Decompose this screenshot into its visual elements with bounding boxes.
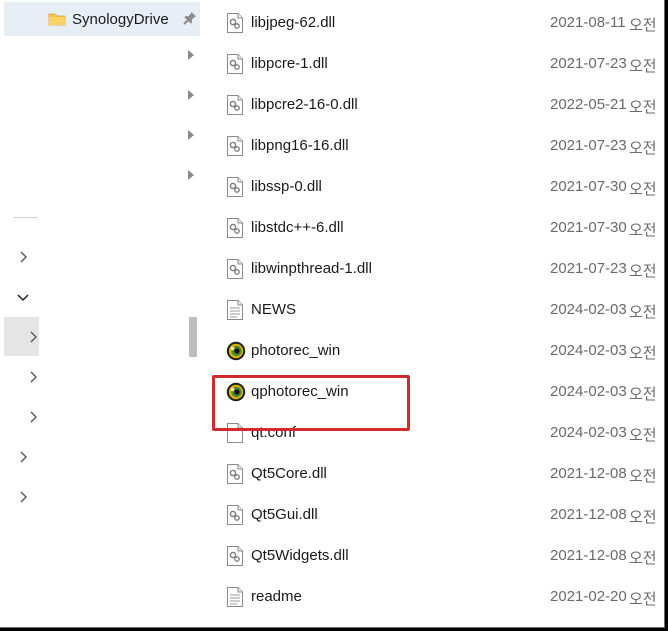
file-row[interactable]: libssp-0.dll 2021-07-30 오전	[200, 166, 664, 207]
chevron-right-icon[interactable]	[26, 410, 40, 424]
file-date-modified: 2024-02-03	[550, 301, 627, 318]
file-time-modified: 오전	[629, 181, 657, 198]
chevron-right-icon[interactable]	[26, 370, 40, 384]
file-date-modified: 2021-07-30	[550, 219, 627, 236]
expand-caret-icon[interactable]	[188, 90, 194, 100]
expand-caret-icon[interactable]	[188, 130, 194, 140]
file-date-modified: 2022-05-21	[550, 96, 627, 113]
file-name: Qt5Gui.dll	[251, 506, 318, 523]
file-time-modified: 오전	[629, 345, 657, 362]
file-row[interactable]: Qt5Widgets.dll 2021-12-08 오전	[200, 535, 664, 576]
file-date-modified: 2021-07-30	[550, 178, 627, 195]
dll-file-icon	[226, 464, 244, 484]
dll-file-icon	[226, 136, 244, 156]
file-name: libjpeg-62.dll	[251, 14, 336, 31]
nav-scrollbar-thumb[interactable]	[189, 317, 197, 357]
file-date-modified: 2024-02-03	[550, 383, 627, 400]
file-date-modified: 2021-12-08	[550, 547, 627, 564]
file-row[interactable]: Qt5Gui.dll 2021-12-08 오전	[200, 494, 664, 535]
file-row[interactable]: libstdc++-6.dll 2021-07-30 오전	[200, 207, 664, 248]
file-name: libwinpthread-1.dll	[251, 260, 372, 277]
file-name: readme	[251, 588, 302, 605]
chevron-down-icon[interactable]	[16, 290, 30, 304]
navigation-pane: SynologyDrive	[0, 0, 200, 627]
file-time-modified: 오전	[629, 386, 657, 403]
file-name: libpng16-16.dll	[251, 137, 349, 154]
file-time-modified: 오전	[629, 99, 657, 116]
quick-access-label: SynologyDrive	[72, 11, 169, 28]
nav-separator	[14, 217, 38, 218]
file-date-modified: 2021-07-23	[550, 260, 627, 277]
file-name: libpcre2-16-0.dll	[251, 96, 358, 113]
file-date-modified: 2021-08-11	[550, 14, 626, 31]
file-name: Qt5Widgets.dll	[251, 547, 349, 564]
file-time-modified: 오전	[629, 304, 657, 321]
file-row[interactable]: libwinpthread-1.dll 2021-07-23 오전	[200, 248, 664, 289]
pin-icon[interactable]	[183, 11, 197, 25]
file-time-modified: 오전	[629, 468, 657, 485]
file-time-modified: 오전	[629, 17, 657, 34]
file-date-modified: 2021-07-23	[550, 137, 627, 154]
dll-file-icon	[226, 505, 244, 525]
chevron-right-icon[interactable]	[16, 490, 30, 504]
text-file-icon	[226, 300, 244, 320]
file-time-modified: 오전	[629, 263, 657, 280]
expand-caret-icon[interactable]	[188, 50, 194, 60]
file-time-modified: 오전	[629, 222, 657, 239]
file-row[interactable]: libjpeg-62.dll 2021-08-11 오전	[200, 2, 664, 43]
file-row[interactable]: readme 2021-02-20 오전	[200, 576, 664, 617]
dll-file-icon	[226, 218, 244, 238]
file-name: photorec_win	[251, 342, 341, 359]
file-row[interactable]: Qt5Core.dll 2021-12-08 오전	[200, 453, 664, 494]
file-row[interactable]: libpcre2-16-0.dll 2022-05-21 오전	[200, 84, 664, 125]
file-date-modified: 2024-02-03	[550, 424, 627, 441]
file-row[interactable]: NEWS 2024-02-03 오전	[200, 289, 664, 330]
chevron-right-icon[interactable]	[26, 330, 40, 344]
file-row[interactable]: libpng16-16.dll 2021-07-23 오전	[200, 125, 664, 166]
file-name: libpcre-1.dll	[251, 55, 328, 72]
dll-file-icon	[226, 95, 244, 115]
file-row[interactable]: libpcre-1.dll 2021-07-23 오전	[200, 43, 664, 84]
file-time-modified: 오전	[629, 509, 657, 526]
dll-file-icon	[226, 259, 244, 279]
file-date-modified: 2021-07-23	[550, 55, 627, 72]
file-time-modified: 오전	[629, 427, 657, 444]
highlight-box	[212, 375, 410, 431]
file-name: libstdc++-6.dll	[251, 219, 344, 236]
file-time-modified: 오전	[629, 140, 657, 157]
dll-file-icon	[226, 546, 244, 566]
file-name: libssp-0.dll	[251, 178, 322, 195]
expand-caret-icon[interactable]	[188, 170, 194, 180]
file-date-modified: 2021-12-08	[550, 506, 627, 523]
file-time-modified: 오전	[629, 591, 657, 608]
folder-icon	[48, 13, 66, 26]
dll-file-icon	[226, 54, 244, 74]
file-date-modified: 2021-12-08	[550, 465, 627, 482]
file-list: libjpeg-62.dll 2021-08-11 오전 libpcre-1.d…	[200, 0, 664, 627]
file-date-modified: 2021-02-20	[550, 588, 627, 605]
file-name: Qt5Core.dll	[251, 465, 327, 482]
dll-file-icon	[226, 13, 244, 33]
text-file-icon	[226, 587, 244, 607]
file-time-modified: 오전	[629, 58, 657, 75]
file-explorer-window: SynologyDrive libjpeg-62.dll 2021-08-11 …	[0, 0, 665, 628]
file-date-modified: 2024-02-03	[550, 342, 627, 359]
chevron-right-icon[interactable]	[16, 250, 30, 264]
file-row[interactable]: photorec_win 2024-02-03 오전	[200, 330, 664, 371]
file-time-modified: 오전	[629, 550, 657, 567]
file-name: NEWS	[251, 301, 296, 318]
dll-file-icon	[226, 177, 244, 197]
quick-access-item-synologydrive[interactable]: SynologyDrive	[4, 2, 200, 36]
chevron-right-icon[interactable]	[16, 450, 30, 464]
photorec-app-icon	[226, 341, 246, 361]
